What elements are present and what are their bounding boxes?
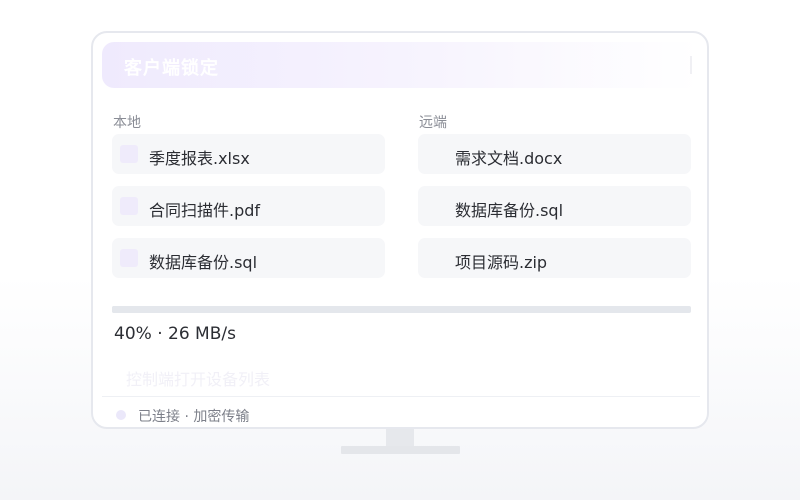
file-name: 合同扫描件.pdf bbox=[149, 201, 261, 220]
footer-divider bbox=[102, 396, 700, 397]
file-name: 项目源码.zip bbox=[455, 253, 548, 272]
title-bar: 客户端锁定 bbox=[102, 42, 700, 88]
transfer-status-text: 40% · 26 MB/s bbox=[114, 324, 236, 344]
local-file-item[interactable]: 数据库备份.sql bbox=[112, 238, 385, 278]
local-file-item[interactable]: 季度报表.xlsx bbox=[112, 134, 385, 174]
title-bar-handle bbox=[690, 56, 692, 74]
transfer-progress-bar bbox=[112, 306, 691, 313]
connection-status-dot bbox=[116, 410, 126, 420]
file-name: 数据库备份.sql bbox=[149, 253, 258, 272]
file-name: 需求文档.docx bbox=[455, 149, 563, 168]
file-checkbox[interactable] bbox=[120, 197, 138, 215]
monitor-stand-neck bbox=[386, 429, 414, 446]
local-column-label: 本地 bbox=[113, 115, 141, 131]
monitor-screen: 客户端锁定 本地 远端 季度报表.xlsx 合同扫描件.pdf 数据库备份.sq… bbox=[91, 31, 709, 429]
remote-file-item[interactable]: 需求文档.docx bbox=[418, 134, 691, 174]
file-name: 季度报表.xlsx bbox=[149, 149, 250, 168]
file-name: 数据库备份.sql bbox=[455, 201, 564, 220]
file-checkbox[interactable] bbox=[120, 249, 138, 267]
remote-file-item[interactable]: 数据库备份.sql bbox=[418, 186, 691, 226]
command-hint: 控制端打开设备列表 bbox=[126, 370, 271, 389]
file-checkbox[interactable] bbox=[120, 145, 138, 163]
transfer-progress-fill bbox=[112, 306, 344, 313]
remote-file-item[interactable]: 项目源码.zip bbox=[418, 238, 691, 278]
local-file-item[interactable]: 合同扫描件.pdf bbox=[112, 186, 385, 226]
remote-column-label: 远端 bbox=[419, 115, 447, 131]
window-title: 客户端锁定 bbox=[124, 58, 219, 79]
connection-status-text: 已连接 · 加密传输 bbox=[138, 409, 250, 425]
monitor-stand-base bbox=[341, 446, 460, 454]
